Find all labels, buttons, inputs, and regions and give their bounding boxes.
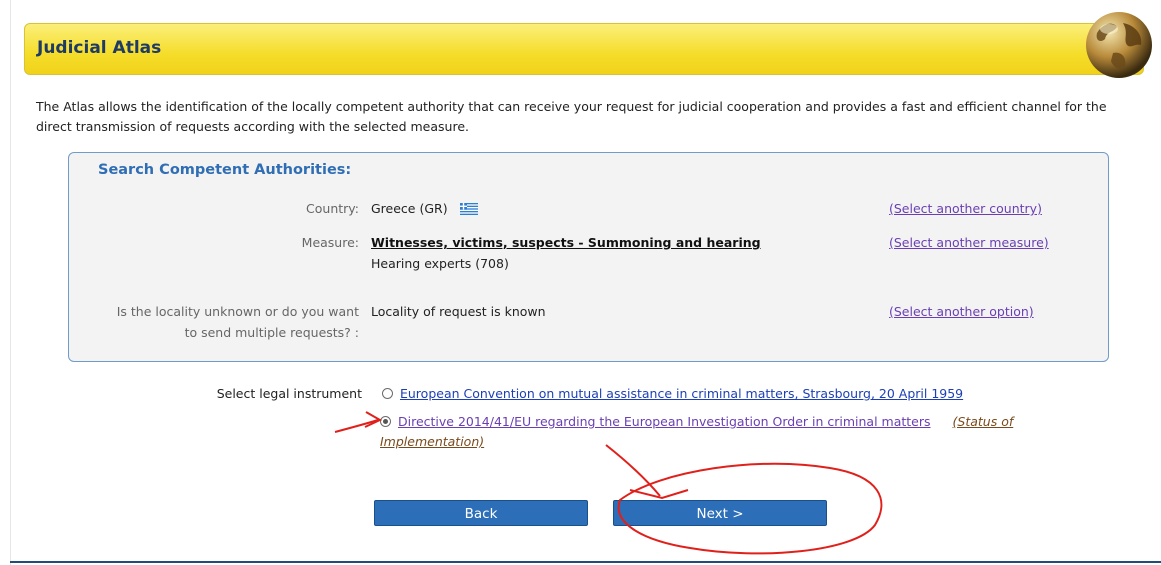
- locality-label-line1: Is the locality unknown or do you want: [116, 304, 359, 319]
- locality-value: Locality of request is known: [371, 304, 546, 319]
- locality-label-line2: to send multiple requests? :: [184, 325, 359, 340]
- search-heading: Search Competent Authorities:: [98, 162, 352, 178]
- next-button[interactable]: Next >: [613, 500, 827, 526]
- search-panel: Search Competent Authorities: Country: G…: [68, 152, 1109, 362]
- select-another-option-link[interactable]: (Select another option): [889, 302, 1034, 322]
- header-bar: Judicial Atlas: [24, 12, 1152, 78]
- select-another-measure-link[interactable]: (Select another measure): [889, 233, 1049, 253]
- directive-link[interactable]: Directive 2014/41/EU regarding the Europ…: [398, 414, 931, 429]
- radio-convention[interactable]: [382, 388, 393, 399]
- radio-directive[interactable]: [380, 416, 391, 427]
- measure-label: Measure:: [301, 235, 359, 250]
- status-link-part2[interactable]: Implementation): [380, 434, 484, 449]
- page-left-rule: [0, 0, 11, 565]
- country-value-row: Greece (GR): [371, 199, 478, 219]
- country-value: Greece (GR): [371, 201, 448, 216]
- country-label: Country:: [306, 201, 359, 216]
- intro-text: The Atlas allows the identification of t…: [36, 99, 1107, 134]
- red-pointer-head: [629, 489, 689, 500]
- bottom-rule: [10, 561, 1161, 563]
- red-arrow-annotation: [334, 419, 379, 433]
- globe-icon: [1086, 12, 1152, 78]
- measure-subvalue: Hearing experts (708): [371, 256, 509, 271]
- legal-option-convention[interactable]: European Convention on mutual assistance…: [382, 386, 963, 401]
- greece-flag-icon: [459, 203, 478, 215]
- back-button[interactable]: Back: [374, 500, 588, 526]
- legal-instrument-label: Select legal instrument: [216, 386, 362, 401]
- page-title: Judicial Atlas: [37, 38, 162, 58]
- legal-option-directive[interactable]: Directive 2014/41/EU regarding the Europ…: [380, 412, 1100, 452]
- select-another-country-link[interactable]: (Select another country): [889, 199, 1042, 219]
- convention-link[interactable]: European Convention on mutual assistance…: [400, 386, 963, 401]
- red-arrow-head: [364, 411, 383, 428]
- red-pointer-stroke: [605, 444, 661, 497]
- status-link-part1[interactable]: (Status of: [953, 414, 1014, 429]
- measure-value: Witnesses, victims, suspects - Summoning…: [371, 235, 761, 250]
